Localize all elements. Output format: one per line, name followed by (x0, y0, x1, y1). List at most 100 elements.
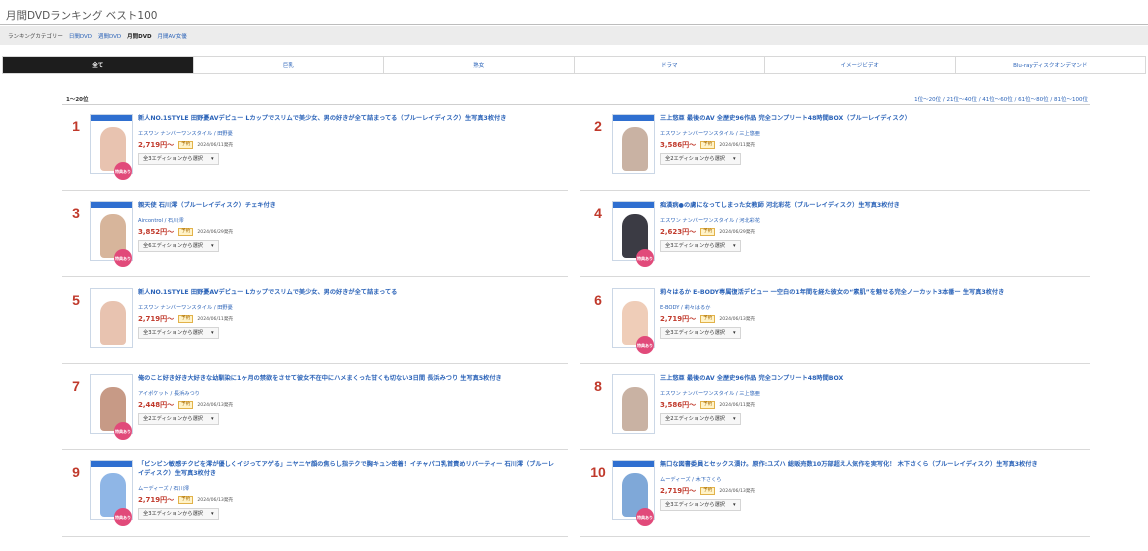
row-divider (580, 363, 1090, 364)
row-divider (580, 276, 1090, 277)
list-top-divider (62, 104, 1090, 105)
category-monthly-actress[interactable]: 月間AV女優 (158, 32, 187, 40)
product-title-link[interactable]: 無口な図書委員とセックス漬け。原作:ユズハ 総販売数10万部超え人気作を実写化！… (660, 460, 1078, 469)
reserve-badge: 予約 (700, 228, 716, 236)
bonus-badge: 特典あり (636, 336, 654, 354)
list-item: 5 新人NO.1STYLE 田野憂AVデビュー Lカップでスリムで美少女、男の好… (66, 288, 556, 372)
chevron-down-icon: ▾ (733, 243, 736, 249)
tab-mature[interactable]: 熟女 (384, 57, 575, 73)
release-date: 2024/06/13発売 (719, 317, 756, 322)
edition-select[interactable]: 全3エディションから選択 ▾ (138, 153, 219, 165)
product-title-link[interactable]: 莉々はるか E-BODY専属復活デビュー 一空白の1年間を経た彼女の“素肌”を魅… (660, 288, 1078, 297)
tab-bluray-on-demand[interactable]: Blu-rayディスクオンデマンド (955, 57, 1145, 73)
product-title-link[interactable]: 新人NO.1STYLE 田野憂AVデビュー Lカップでスリムで美少女、男の好きが… (138, 114, 556, 123)
range-label: 1〜20位 (66, 97, 89, 103)
price: 2,719円〜 (138, 496, 175, 504)
release-date: 2024/06/13発売 (197, 498, 234, 503)
edition-select[interactable]: 全6エディションから選択 ▾ (138, 240, 219, 252)
tab-image-video[interactable]: イメージビデオ (765, 57, 956, 73)
release-date: 2024/06/11発売 (719, 143, 756, 148)
product-thumbnail[interactable] (612, 374, 655, 434)
edition-select-label: 全3エディションから選択 (143, 156, 203, 162)
edition-select[interactable]: 全3エディションから選択 ▾ (138, 508, 219, 520)
product-title-link[interactable]: 三上悠亜 最後のAV 全歴史96作品 完全コンプリート48時間BOX (660, 374, 1078, 383)
tab-big-breasts[interactable]: 巨乳 (193, 57, 384, 73)
bonus-badge: 特典あり (636, 249, 654, 267)
edition-select-label: 全6エディションから選択 (143, 243, 203, 249)
product-title-link[interactable]: 新人NO.1STYLE 田野憂AVデビュー Lカップでスリムで美少女、男の好きが… (138, 288, 556, 297)
rank-number: 6 (594, 292, 602, 308)
list-item: 7 特典あり 俺のこと好き好き大好きな幼馴染に1ヶ月の禁欲をさせて彼女不在中にハ… (66, 374, 556, 458)
edition-select[interactable]: 全3エディションから選択 ▾ (660, 240, 741, 252)
list-item: 1 特典あり 新人NO.1STYLE 田野憂AVデビュー Lカップでスリムで美少… (66, 114, 556, 198)
maker-link[interactable]: E-BODY / 莉々はるか (660, 304, 1078, 311)
price: 2,448円〜 (138, 401, 175, 409)
product-title-link[interactable]: 「ビンビン敏感チクビを澪が優しくイジってアゲる」ニヤニヤ顔の焦らし指テクで胸キュ… (138, 460, 556, 478)
edition-select[interactable]: 全2エディションから選択 ▾ (660, 413, 741, 425)
reserve-badge: 予約 (700, 141, 716, 149)
maker-link[interactable]: エスワン ナンバーワンスタイル / 田野憂 (138, 304, 556, 311)
tab-drama[interactable]: ドラマ (574, 57, 765, 73)
chevron-down-icon: ▾ (211, 416, 214, 422)
category-monthly-dvd[interactable]: 月間DVD (127, 32, 151, 40)
release-date: 2024/06/13発売 (719, 489, 756, 494)
edition-select[interactable]: 全2エディションから選択 ▾ (660, 153, 741, 165)
price: 3,586円〜 (660, 401, 697, 409)
rank-number: 9 (72, 464, 80, 480)
chevron-down-icon: ▾ (211, 156, 214, 162)
title-divider (0, 24, 1148, 25)
reserve-badge: 予約 (700, 401, 716, 409)
rank-pagination[interactable]: 1位〜20位 / 21位〜40位 / 41位〜60位 / 61位〜80位 / 8… (914, 95, 1088, 103)
product-thumbnail[interactable] (90, 288, 133, 348)
row-divider (580, 536, 1090, 537)
bonus-badge: 特典あり (114, 422, 132, 440)
ranking-category-bar: ランキングカテゴリー 日間DVD 週間DVD 月間DVD 月間AV女優 (0, 26, 1148, 45)
maker-link[interactable]: ムーディーズ / 木下さくら (660, 476, 1078, 483)
maker-link[interactable]: ムーディーズ / 石川澪 (138, 485, 556, 492)
row-divider (62, 536, 568, 537)
list-item: 4 特典あり 痴漢病●の虜になってしまった女教師 河北彩花（ブルーレイディスク）… (588, 201, 1078, 285)
edition-select[interactable]: 全2エディションから選択 ▾ (138, 413, 219, 425)
rank-number: 4 (594, 205, 602, 221)
chevron-down-icon: ▾ (211, 243, 214, 249)
edition-select-label: 全3エディションから選択 (143, 511, 203, 517)
list-item: 2 三上悠亜 最後のAV 全歴史96作品 完全コンプリート48時間BOX（ブルー… (588, 114, 1078, 198)
product-title-link[interactable]: 俺のこと好き好き大好きな幼馴染に1ヶ月の禁欲をさせて彼女不在中にハメまくった甘く… (138, 374, 556, 383)
category-daily-dvd[interactable]: 日間DVD (69, 32, 92, 40)
edition-select-label: 全2エディションから選択 (665, 156, 725, 162)
edition-select[interactable]: 全3エディションから選択 ▾ (660, 499, 741, 511)
release-date: 2024/06/11発売 (197, 317, 234, 322)
product-title-link[interactable]: 痴漢病●の虜になってしまった女教師 河北彩花（ブルーレイディスク）生写真3枚付き (660, 201, 1078, 210)
tab-all[interactable]: 全て (3, 57, 194, 73)
edition-select-label: 全3エディションから選択 (665, 330, 725, 336)
price: 2,719円〜 (138, 315, 175, 323)
chevron-down-icon: ▾ (733, 502, 736, 508)
product-title-link[interactable]: 親天使 石川澪（ブルーレイディスク）チェキ付き (138, 201, 556, 210)
product-title-link[interactable]: 三上悠亜 最後のAV 全歴史96作品 完全コンプリート48時間BOX（ブルーレイ… (660, 114, 1078, 123)
maker-link[interactable]: エスワン ナンバーワンスタイル / 田野憂 (138, 130, 556, 137)
reserve-badge: 予約 (178, 141, 194, 149)
reserve-badge: 予約 (178, 496, 194, 504)
rank-number: 7 (72, 378, 80, 394)
edition-select-label: 全3エディションから選択 (143, 330, 203, 336)
edition-select[interactable]: 全3エディションから選択 ▾ (138, 327, 219, 339)
maker-link[interactable]: Aircontrol / 石川澪 (138, 217, 556, 224)
reserve-badge: 予約 (700, 487, 716, 495)
price: 3,586円〜 (660, 141, 697, 149)
maker-link[interactable]: エスワン ナンバーワンスタイル / 三上悠亜 (660, 130, 1078, 137)
chevron-down-icon: ▾ (733, 156, 736, 162)
reserve-badge: 予約 (700, 315, 716, 323)
chevron-down-icon: ▾ (211, 330, 214, 336)
list-item: 6 特典あり 莉々はるか E-BODY専属復活デビュー 一空白の1年間を経た彼女… (588, 288, 1078, 372)
maker-link[interactable]: エスワン ナンバーワンスタイル / 河北彩花 (660, 217, 1078, 224)
reserve-badge: 予約 (178, 401, 194, 409)
page-title: 月間DVDランキング ベスト100 (6, 10, 158, 22)
product-thumbnail[interactable] (612, 114, 655, 174)
edition-select-label: 全3エディションから選択 (665, 243, 725, 249)
price: 2,719円〜 (660, 487, 697, 495)
edition-select[interactable]: 全3エディションから選択 ▾ (660, 327, 741, 339)
category-weekly-dvd[interactable]: 週間DVD (98, 32, 121, 40)
maker-link[interactable]: エスワン ナンバーワンスタイル / 三上悠亜 (660, 390, 1078, 397)
maker-link[interactable]: アイポケット / 長浜みつり (138, 390, 556, 397)
reserve-badge: 予約 (178, 315, 194, 323)
